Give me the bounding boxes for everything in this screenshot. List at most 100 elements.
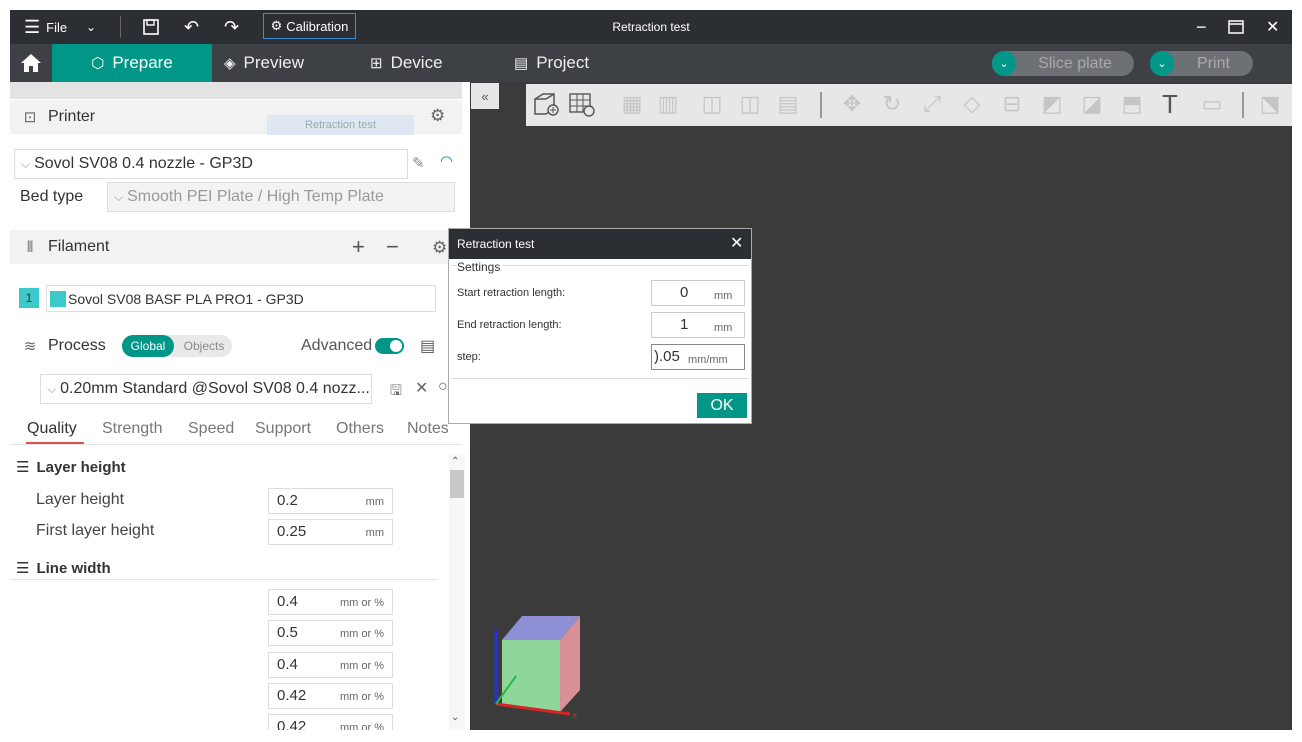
scroll-up-icon[interactable]: ⌃ [451,456,459,467]
redo-icon[interactable]: ↷ [224,10,239,44]
scroll-down-icon[interactable]: ⌄ [451,712,459,723]
edit-icon[interactable]: ✎ [412,154,425,172]
printer-select-value: Sovol SV08 0.4 nozzle - GP3D [34,155,253,172]
layer-height-section-title: ☰ Layer height [16,458,126,477]
print-button[interactable]: ⌄ Print [1150,51,1253,76]
input-unit: mm [365,496,384,508]
file-menu[interactable]: ☰ File [24,10,67,44]
line-width-input[interactable]: 0.42 mm or % [268,714,393,730]
step-input[interactable]: ).05 mm/mm [651,344,745,370]
seam-paint-icon: ◪ [1081,91,1103,116]
slice-plate-button[interactable]: ⌄ Slice plate [992,51,1134,76]
tab-others[interactable]: Others [336,420,384,438]
chevron-down-icon[interactable]: ⌄ [86,10,96,44]
close-icon[interactable]: ✕ [1266,10,1279,44]
settings-group-label: Settings [457,260,504,274]
line-width-section-title: ☰ Line width [16,559,111,578]
input-value: 0.2 [277,492,298,509]
chevron-down-icon: ⌵ [47,381,57,396]
svg-text:z: z [490,621,495,631]
orient-icon: ▦ [621,91,643,116]
dialog-titlebar: Retraction test ✕ [449,229,751,259]
tab-strength[interactable]: Strength [102,420,162,438]
orientation-cube[interactable]: z x [486,606,598,724]
home-button[interactable] [20,44,42,82]
global-tab[interactable]: Global [122,335,174,357]
filament-color-swatch [50,290,66,307]
field-label: First layer height [36,522,155,539]
arrange-icon: ▥ [657,91,679,116]
collapse-sidebar-icon[interactable]: « [471,83,499,109]
wifi-icon[interactable]: ◠ [440,152,453,170]
printer-select[interactable]: ⌵ Sovol SV08 0.4 nozzle - GP3D [14,149,408,179]
first-layer-height-input[interactable]: 0.25 mm [268,519,393,545]
field-first-layer-height: First layer height 0.25 mm [10,518,450,546]
tab-notes[interactable]: Notes [407,420,449,438]
tab-project-label: Project [536,53,590,72]
tab-speed[interactable]: Speed [188,420,234,438]
assembly-icon: ⬔ [1259,91,1281,116]
tab-prepare-label: Prepare [112,53,173,72]
save-icon[interactable] [142,10,160,44]
input-value: 1 [680,316,689,333]
filament-select[interactable]: Sovol SV08 BASF PLA PRO1 - GP3D [46,285,436,312]
support-paint-icon: ◩ [1041,91,1063,116]
project-icon: ▤ [514,55,529,72]
tab-preview-label: Preview [243,53,305,72]
retraction-test-dialog: Retraction test ✕ Settings Start retract… [448,228,752,424]
tab-prepare[interactable]: ⬡ Prepare [52,44,212,82]
print-label: Print [1197,54,1230,72]
advanced-toggle[interactable] [375,338,404,354]
remove-filament-icon[interactable]: − [386,234,399,260]
delete-preset-icon[interactable]: ✕ [415,378,428,398]
input-value: 0.4 [277,656,298,673]
bed-type-select[interactable]: ⌵ Smooth PEI Plate / High Temp Plate [107,182,455,212]
title-bar: ☰ File ⌄ ↶ ↷ ⚙ Calibration Retraction te… [10,10,1292,44]
settings-gear-icon[interactable]: ⚙ [430,106,445,126]
advanced-label: Advanced [301,337,373,354]
close-icon[interactable]: ✕ [730,233,743,253]
text-tool-icon[interactable]: T [1156,89,1184,119]
line-width-input[interactable]: 0.5 mm or % [268,620,393,646]
measure-icon: ▭ [1201,91,1223,116]
filament-slot-number[interactable]: 1 [19,288,39,308]
layer-height-input[interactable]: 0.2 mm [268,488,393,514]
layer-icon: ☰ [16,459,30,476]
maximize-icon[interactable] [1228,10,1244,44]
tab-device[interactable]: ⊞ Device [370,44,443,82]
input-unit: mm or % [340,660,384,672]
file-menu-label: File [46,19,68,35]
process-preset-select[interactable]: ⌵ 0.20mm Standard @Sovol SV08 0.4 nozz..… [40,374,372,404]
scope-toggle[interactable]: Global Objects [122,335,232,357]
input-value: 0.5 [277,624,298,641]
input-value: 0 [680,284,689,301]
line-width-input[interactable]: 0.4 mm or % [268,589,393,615]
line-width-input[interactable]: 0.4 mm or % [268,652,393,678]
scrollbar[interactable]: ⌃ ⌄ [449,454,465,730]
line-width-input[interactable]: 0.42 mm or % [268,683,393,709]
input-unit: mm or % [340,628,384,640]
compare-icon[interactable]: ▤ [420,336,435,356]
chevron-down-icon[interactable]: ⌄ [992,51,1016,76]
save-preset-icon[interactable]: 🖫 [390,380,402,404]
minimize-icon[interactable]: − [1196,10,1207,44]
undo-icon[interactable]: ↶ [184,10,199,44]
search-icon[interactable]: ○ [438,378,448,396]
tab-support[interactable]: Support [255,420,311,438]
tab-project[interactable]: ▤ Project [514,44,589,82]
settings-gear-icon[interactable]: ⚙ [432,238,447,258]
objects-tab[interactable]: Objects [178,335,230,357]
start-retraction-input[interactable]: 0 mm [651,280,745,306]
calibration-button[interactable]: ⚙ Calibration [263,13,356,39]
layer-height-heading: Layer height [36,458,126,476]
add-filament-icon[interactable]: + [352,234,365,260]
chevron-down-icon[interactable]: ⌄ [1150,51,1174,76]
tab-quality[interactable]: Quality [27,420,77,438]
tab-preview[interactable]: ◈ Preview [224,44,304,82]
add-object-icon[interactable] [532,90,560,118]
input-unit: mm [714,290,733,302]
add-plate-icon[interactable] [568,90,596,118]
ok-button[interactable]: OK [697,393,747,418]
scrollbar-thumb[interactable] [450,470,464,498]
end-retraction-input[interactable]: 1 mm [651,312,745,338]
